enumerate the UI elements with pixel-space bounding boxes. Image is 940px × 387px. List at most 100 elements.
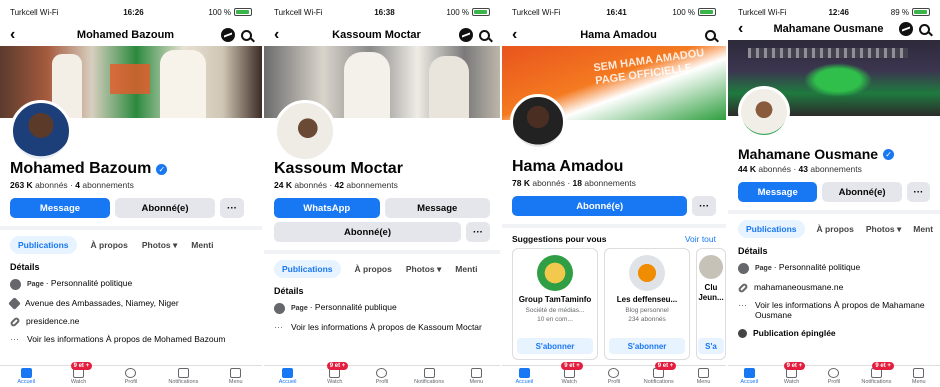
profile-icon [125,368,137,378]
more-button[interactable]: ··· [906,182,931,202]
profile-stats: 24 K abonnés · 42 abonnements [274,180,398,190]
nav-home[interactable]: Accueil [270,368,306,385]
tab-mentions[interactable]: Ment [913,224,933,234]
tab-about[interactable]: À propos [817,224,854,234]
tab-photos[interactable]: Photos ▾ [142,240,177,251]
suggestions-title: Suggestions pour vous [512,234,607,244]
back-arrow-icon[interactable]: ‹ [10,26,30,44]
link-icon [737,282,749,294]
tab-about[interactable]: À propos [91,240,128,250]
suggestion-card[interactable]: Group TamTaminfo Société de médias... 10… [512,248,598,360]
search-icon[interactable] [479,29,490,41]
following-button[interactable]: Abonné(e) [115,198,215,218]
avatar[interactable] [510,94,566,150]
nav-notifications[interactable]: Notifications [165,368,201,385]
messenger-icon[interactable] [899,22,913,36]
detail-address[interactable]: Avenue des Ambassades, Niamey, Niger [0,294,262,312]
tab-about[interactable]: À propos [355,264,392,274]
search-icon[interactable] [241,29,252,41]
suggestion-card[interactable]: Clu Jeun... S'a [696,248,726,360]
detail-category: Page · Personnalité publique [264,298,500,318]
nav-profile[interactable]: Profil [596,368,632,385]
tab-publications[interactable]: Publications [738,220,805,238]
avatar[interactable] [274,100,336,162]
see-all-link[interactable]: Voir tout [685,234,716,244]
top-bar: ‹ Mahamane Ousmane [728,18,940,40]
avatar[interactable] [738,86,790,138]
notification-badge: 9 et + [783,362,806,370]
suggestion-avatar [699,255,723,279]
nav-notifications[interactable]: 9 et + Notifications [858,362,894,385]
following-button[interactable]: Abonné(e) [822,182,902,202]
nav-menu[interactable]: Menu [218,368,254,385]
nav-menu[interactable]: Menu [686,368,722,385]
detail-see-about[interactable]: ··· Voir les informations À propos de Kas… [264,318,500,338]
nav-watch[interactable]: 9 et + Watch [317,362,353,385]
messenger-icon[interactable] [459,28,473,42]
nav-home[interactable]: Accueil [8,368,44,385]
nav-profile[interactable]: Profil [816,368,852,385]
nav-notifications[interactable]: 9 et + Notifications [641,362,677,385]
screenshot-collage: Turkcell Wi-Fi 16:26 100 % ‹ Mohamed Baz… [0,0,940,387]
suggestion-card[interactable]: Les deffenseu... Blog personnel 234 abon… [604,248,690,360]
profile-tabs: Publications À propos Photos ▾ Menti [0,230,262,260]
detail-website[interactable]: mahamaneousmane.ne [728,278,940,296]
carrier: Turkcell Wi-Fi [738,7,787,17]
tab-photos[interactable]: Photos ▾ [866,224,901,235]
nav-profile[interactable]: Profil [113,368,149,385]
home-icon [282,368,294,378]
back-arrow-icon[interactable]: ‹ [274,26,294,44]
back-arrow-icon[interactable]: ‹ [738,20,758,38]
carrier: Turkcell Wi-Fi [512,7,561,17]
panel-mohamed-bazoum: Turkcell Wi-Fi 16:26 100 % ‹ Mohamed Baz… [0,0,262,387]
profile-stats: 78 K abonnés · 18 abonnements [512,178,636,188]
message-button[interactable]: Message [10,198,110,218]
back-arrow-icon[interactable]: ‹ [512,26,532,44]
following-button[interactable]: Abonné(e) [512,196,688,216]
suggestion-avatar [629,255,665,291]
clock: 12:46 [828,7,849,17]
tab-publications[interactable]: Publications [274,260,341,278]
nav-notifications[interactable]: Notifications [411,368,447,385]
detail-see-about[interactable]: ··· Voir les informations À propos de Mah… [728,296,940,324]
details-heading: Détails [274,286,304,296]
notification-badge: 9 et + [561,362,583,370]
tab-mentions[interactable]: Menti [455,264,477,274]
nav-menu[interactable]: Menu [901,368,937,385]
verified-badge-icon: ✓ [156,163,168,175]
nav-menu[interactable]: Menu [458,368,494,385]
following-button[interactable]: Abonné(e) [274,222,461,242]
nav-watch[interactable]: 9 et + Watch [774,362,810,385]
location-icon [8,297,21,310]
message-button[interactable]: Message [738,182,818,202]
message-button[interactable]: Message [384,198,490,218]
pinned-post-heading: Publication épinglée [728,324,940,342]
nav-home[interactable]: Accueil [731,368,767,385]
tab-mentions[interactable]: Menti [191,240,213,250]
verified-badge-icon: ✓ [883,148,895,160]
info-icon [274,303,285,314]
status-bar: Turkcell Wi-Fi 16:26 100 % [0,0,262,24]
follow-button[interactable]: S'a [698,338,724,354]
avatar[interactable] [10,100,72,162]
nav-home[interactable]: Accueil [506,368,542,385]
whatsapp-button[interactable]: WhatsApp [274,198,380,218]
more-button[interactable]: ··· [220,198,244,218]
search-icon[interactable] [705,29,716,41]
nav-watch[interactable]: 9 et + Watch [551,362,587,385]
bell-icon [177,368,189,378]
more-button[interactable]: ··· [466,222,490,242]
nav-watch[interactable]: 9 et + Watch [61,362,97,385]
detail-see-about[interactable]: ··· Voir les informations À propos de Moh… [0,330,262,350]
messenger-icon[interactable] [221,28,235,42]
tab-publications[interactable]: Publications [10,236,77,254]
follow-button[interactable]: S'abonner [517,338,593,354]
tab-photos[interactable]: Photos ▾ [406,264,441,275]
search-icon[interactable] [919,23,930,35]
details-heading: Détails [738,246,768,256]
nav-profile[interactable]: Profil [364,368,400,385]
follow-button[interactable]: S'abonner [609,338,685,354]
detail-website[interactable]: presidence.ne [0,312,262,330]
more-button[interactable]: ··· [692,196,716,216]
menu-icon [913,368,925,378]
